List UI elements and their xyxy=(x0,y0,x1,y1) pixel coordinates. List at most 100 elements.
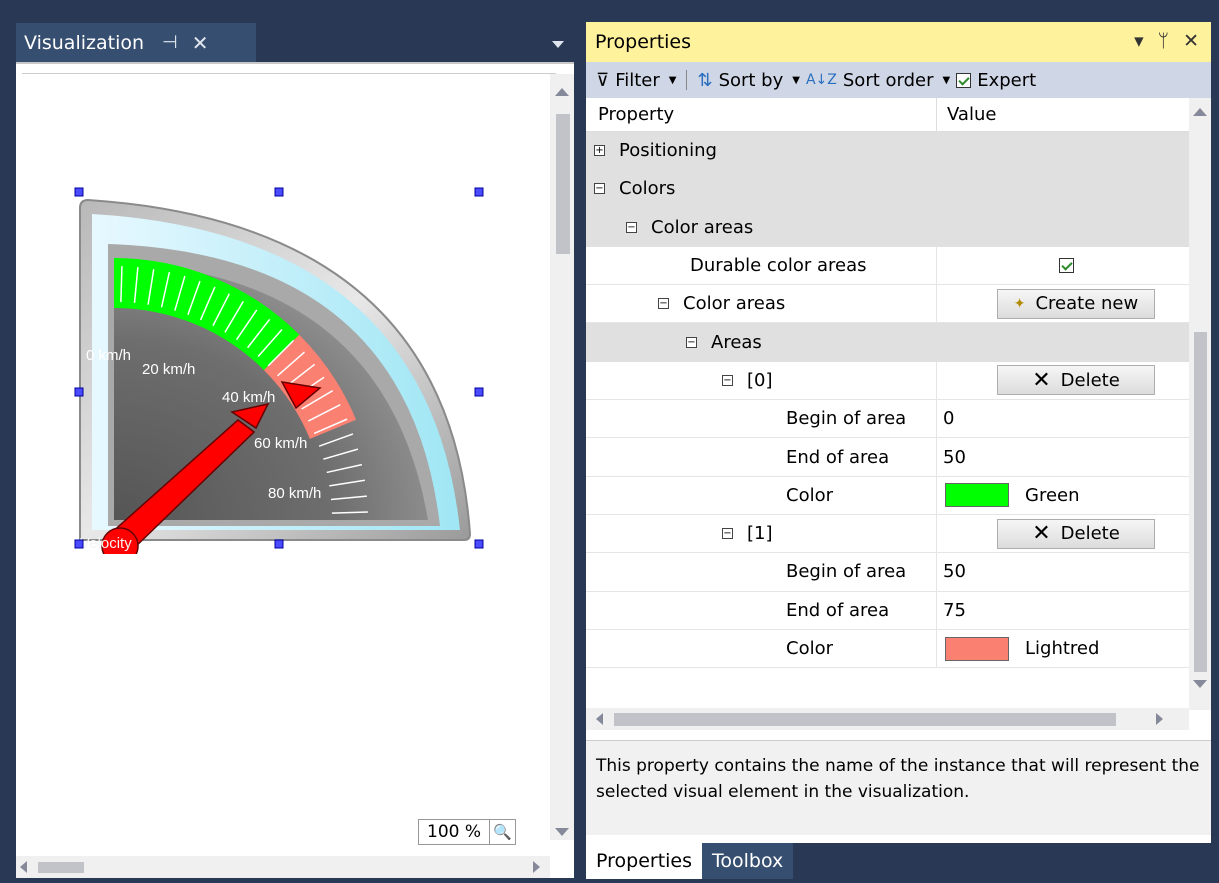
collapse-icon[interactable]: − xyxy=(626,221,637,233)
tab-visualization[interactable]: Visualization ⊣ ✕ xyxy=(16,23,256,62)
tab-properties[interactable]: Properties xyxy=(586,843,703,879)
sort-order-icon[interactable]: A↓Z xyxy=(806,72,837,88)
selection-handle[interactable] xyxy=(274,539,284,549)
row-label: [0] xyxy=(747,369,773,391)
color-swatch[interactable] xyxy=(945,483,1009,508)
grid-row-areas[interactable]: − Areas xyxy=(586,323,1189,362)
zoom-icon[interactable]: 🔍 xyxy=(489,820,515,844)
row-label: Positioning xyxy=(619,140,717,162)
visualization-canvas[interactable]: 0 km/h 20 km/h 40 km/h 60 km/h 80 km/h 1… xyxy=(16,62,574,878)
begin-of-area-0-value[interactable]: 0 xyxy=(943,408,954,429)
create-new-button[interactable]: ✦ Create new xyxy=(997,288,1155,319)
selection-handle[interactable] xyxy=(74,387,84,397)
selection-handle[interactable] xyxy=(74,539,84,549)
scroll-left-icon[interactable] xyxy=(20,861,27,873)
scrollbar-thumb[interactable] xyxy=(556,114,570,254)
horizontal-scrollbar[interactable] xyxy=(16,856,550,878)
grid-row-begin-of-area-1[interactable]: Begin of area 50 xyxy=(586,553,1189,592)
selection-handle[interactable] xyxy=(474,539,484,549)
scroll-up-icon[interactable] xyxy=(1193,108,1207,116)
grid-header: Property Value xyxy=(586,98,1189,132)
grid-row-end-of-area-0[interactable]: End of area 50 xyxy=(586,438,1189,477)
delete-area-1-button[interactable]: ✕ Delete xyxy=(997,518,1155,549)
meter-gauge[interactable]: 0 km/h 20 km/h 40 km/h 60 km/h 80 km/h 1… xyxy=(68,134,498,554)
close-icon[interactable]: ✕ xyxy=(1183,30,1199,52)
scrollbar-thumb[interactable] xyxy=(38,862,84,873)
color-swatch[interactable] xyxy=(945,636,1009,661)
row-label: Areas xyxy=(711,331,762,353)
grid-row-area-0[interactable]: − [0] ✕ Delete xyxy=(586,361,1189,401)
grid-row-color-1[interactable]: Color Lightred xyxy=(586,629,1189,669)
delete-icon: ✕ xyxy=(1032,367,1051,393)
row-label: End of area xyxy=(786,446,890,468)
durable-color-areas-checkbox[interactable] xyxy=(1058,258,1074,274)
color-0-value[interactable]: Green xyxy=(1025,485,1080,506)
expand-icon[interactable]: + xyxy=(594,145,605,157)
chevron-down-icon[interactable]: ▼ xyxy=(792,75,800,86)
chevron-down-icon[interactable]: ▼ xyxy=(669,75,677,86)
grid-row-area-1[interactable]: − [1] ✕ Delete xyxy=(586,514,1189,554)
collapse-icon[interactable]: − xyxy=(722,528,733,540)
selection-handle[interactable] xyxy=(274,187,284,197)
toolbar-separator xyxy=(686,70,688,90)
grid-row-end-of-area-1[interactable]: End of area 75 xyxy=(586,591,1189,630)
properties-panel: Properties ▾ ᛘ ✕ ⊽ Filter ▼ ⇅ Sort by ▼ A↓… xyxy=(586,22,1211,879)
scroll-right-icon[interactable] xyxy=(533,861,540,873)
chevron-down-icon[interactable] xyxy=(552,41,564,48)
scroll-right-icon[interactable] xyxy=(1156,713,1163,725)
row-label: End of area xyxy=(786,599,890,621)
sort-by-button[interactable]: Sort by xyxy=(719,70,784,91)
grid-vertical-scrollbar[interactable] xyxy=(1189,98,1211,710)
begin-of-area-1-value[interactable]: 50 xyxy=(943,561,966,582)
vertical-scrollbar[interactable] xyxy=(550,74,574,840)
zoom-control[interactable]: 100 % 🔍 xyxy=(418,819,516,845)
close-icon[interactable]: ✕ xyxy=(192,31,209,55)
grid-row-colors[interactable]: − Colors xyxy=(586,170,1189,209)
scroll-down-icon[interactable] xyxy=(1193,680,1207,688)
row-label: Color xyxy=(786,638,833,659)
scroll-left-icon[interactable] xyxy=(596,713,603,725)
collapse-icon[interactable]: − xyxy=(658,298,669,310)
expert-checkbox[interactable] xyxy=(956,72,972,88)
selection-handle[interactable] xyxy=(474,387,484,397)
expert-label[interactable]: Expert xyxy=(977,70,1036,91)
scrollbar-thumb[interactable] xyxy=(1194,332,1207,672)
color-1-value[interactable]: Lightred xyxy=(1025,638,1099,659)
delete-area-0-button[interactable]: ✕ Delete xyxy=(997,365,1155,396)
end-of-area-1-value[interactable]: 75 xyxy=(943,600,966,621)
selection-handle[interactable] xyxy=(474,187,484,197)
filter-icon[interactable]: ⊽ xyxy=(596,70,609,91)
sort-order-button[interactable]: Sort order xyxy=(843,70,934,91)
row-label: Color areas xyxy=(683,293,786,315)
collapse-icon[interactable]: − xyxy=(686,336,697,348)
grid-row-durable-color-areas[interactable]: Durable color areas xyxy=(586,246,1189,286)
chevron-down-icon[interactable]: ▼ xyxy=(943,75,951,86)
scroll-down-icon[interactable] xyxy=(555,828,569,836)
grid-horizontal-scrollbar[interactable] xyxy=(586,708,1189,730)
grid-row-color-areas-group[interactable]: − Color areas xyxy=(586,208,1189,247)
column-header-value[interactable]: Value xyxy=(936,98,1189,131)
tab-toolbox[interactable]: Toolbox xyxy=(702,843,794,879)
tick-label-20: 20 km/h xyxy=(142,361,195,378)
zoom-value[interactable]: 100 % xyxy=(419,822,489,842)
grid-row-begin-of-area-0[interactable]: Begin of area 0 xyxy=(586,400,1189,439)
column-header-property[interactable]: Property xyxy=(586,98,936,131)
tick-label-60: 60 km/h xyxy=(254,435,307,452)
grid-row-color-areas[interactable]: − Color areas ✦ Create new xyxy=(586,285,1189,324)
grid-row-positioning[interactable]: + Positioning xyxy=(586,132,1189,171)
end-of-area-0-value[interactable]: 50 xyxy=(943,447,966,468)
grid-row-color-0[interactable]: Color Green xyxy=(586,476,1189,515)
pin-icon[interactable]: ᛘ xyxy=(1158,30,1169,52)
scrollbar-thumb[interactable] xyxy=(614,713,1116,726)
collapse-icon[interactable]: − xyxy=(594,183,605,195)
dropdown-icon[interactable]: ▾ xyxy=(1134,30,1144,52)
filter-button[interactable]: Filter xyxy=(615,70,660,91)
tick-label-0: 0 km/h xyxy=(86,347,131,364)
scroll-up-icon[interactable] xyxy=(555,88,569,96)
row-label: Begin of area xyxy=(786,408,907,430)
delete-label: Delete xyxy=(1060,369,1120,391)
sort-by-icon[interactable]: ⇅ xyxy=(697,70,712,91)
selection-handle[interactable] xyxy=(74,187,84,197)
collapse-icon[interactable]: − xyxy=(722,374,733,386)
pin-icon[interactable]: ⊣ xyxy=(162,32,178,53)
